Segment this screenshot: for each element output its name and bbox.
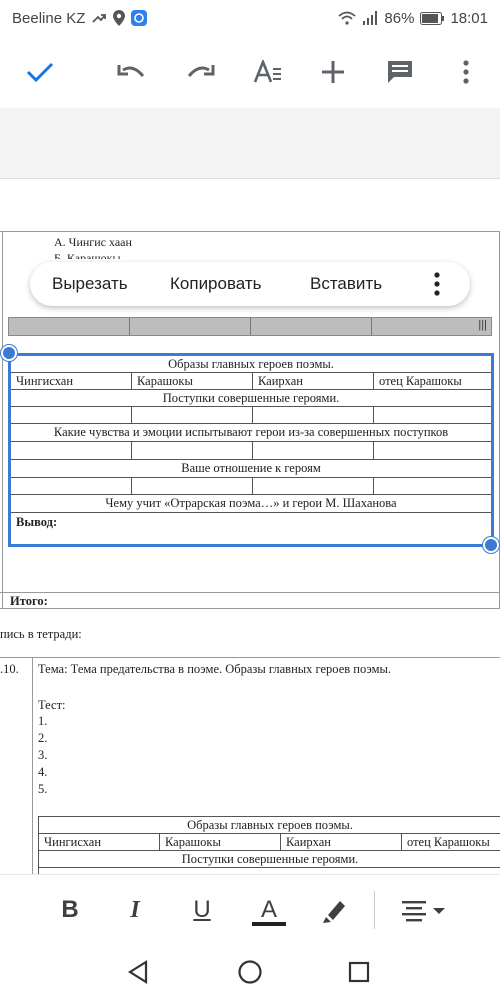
toolbar-divider: [374, 891, 375, 929]
location-icon: [113, 10, 126, 26]
header-cell: отец Карашокы: [379, 373, 462, 388]
header-cell: Каирхан: [281, 834, 402, 850]
copy-menu-item[interactable]: Копировать: [170, 274, 262, 294]
wifi-icon: [338, 11, 357, 25]
notebook-note: пись в тетради:: [0, 627, 82, 641]
battery-label: 86%: [384, 9, 415, 27]
header-cell: отец Карашокы: [407, 834, 490, 849]
recents-icon[interactable]: [345, 958, 373, 986]
selection-start-handle[interactable]: [1, 345, 17, 361]
table-row: [11, 442, 491, 460]
table-header-row: Чингисхан Карашокы Каирхан отец Карашокы: [11, 373, 491, 390]
bold-icon[interactable]: B: [58, 895, 82, 925]
table-title: Образы главных героев поэмы.: [168, 356, 334, 371]
italic-icon[interactable]: I: [124, 895, 146, 925]
lesson-number: .10.: [0, 662, 19, 676]
text-color-indicator: [252, 922, 286, 926]
home-icon[interactable]: [236, 958, 264, 986]
highlight-icon[interactable]: [318, 895, 352, 925]
test-label: Тест:: [38, 698, 66, 712]
table2-title: Образы главных героев поэмы.: [187, 818, 353, 832]
option-a[interactable]: А. Чингис хаан: [54, 235, 132, 250]
status-bar: Beeline KZ 86% 18:01: [0, 0, 500, 36]
table-row: [11, 407, 491, 424]
missed-call-icon: [91, 11, 107, 25]
deeds-row-label: Поступки совершенные героями.: [162, 390, 340, 405]
battery-icon: [420, 11, 445, 25]
paste-menu-item[interactable]: Вставить: [310, 274, 382, 294]
feelings-row-label: Какие чувства и эмоции испытывают герои …: [53, 425, 449, 439]
lesson-topic: Тема: Тема предательства в поэме. Образы…: [38, 662, 392, 676]
check-icon[interactable]: [22, 54, 58, 90]
column-selector-bar[interactable]: |||: [8, 317, 492, 336]
table-row: Ваше отношение к героям: [11, 460, 491, 478]
cut-menu-item[interactable]: Вырезать: [52, 274, 128, 294]
conclusion-row: Вывод:: [11, 513, 491, 544]
carrier-label: Beeline KZ: [12, 9, 86, 27]
test-item: 1.: [38, 714, 48, 728]
selected-table[interactable]: Образы главных героев поэмы. Чингисхан К…: [8, 353, 494, 547]
undo-icon[interactable]: [114, 54, 150, 90]
header-cell: Чингисхан: [11, 373, 132, 389]
test-item: 5.: [38, 782, 48, 796]
test-item: 4.: [38, 765, 48, 779]
table-row: [11, 478, 491, 495]
header-cell: Каирхан: [253, 373, 374, 389]
test-item: 3.: [38, 748, 48, 762]
table-title-row: Образы главных героев поэмы.: [11, 356, 491, 373]
total-label: Итого:: [10, 594, 48, 608]
clock-label: 18:01: [450, 9, 488, 27]
table-row: Чему учит «Отрарская поэма…» и герои М. …: [11, 495, 491, 513]
column-handle-icon[interactable]: |||: [478, 319, 487, 331]
align-icon[interactable]: [398, 895, 450, 925]
table-row: Поступки совершенные героями.: [11, 390, 491, 407]
app-notification-icon: [131, 10, 148, 26]
add-icon[interactable]: [315, 54, 351, 90]
back-icon[interactable]: [124, 958, 152, 986]
more-menu-icon[interactable]: [434, 272, 440, 301]
signal-icon: [362, 11, 378, 25]
document-body: Итого: А. Чингис хаан Б. Карашокы Выреза…: [0, 178, 500, 874]
teaches-row-label: Чему учит «Отрарская поэма…» и герои М. …: [105, 496, 397, 510]
table-row: Какие чувства и эмоции испытывают герои …: [11, 424, 491, 442]
editor-toolbar: [0, 36, 500, 108]
header-cell: Чингисхан: [39, 834, 160, 850]
table2-deeds-row: Поступки совершенные героями.: [181, 852, 359, 866]
text-format-icon[interactable]: [250, 54, 286, 90]
more-vert-icon[interactable]: [448, 54, 484, 90]
option-b[interactable]: Б. Карашокы: [54, 251, 121, 259]
underline-icon[interactable]: U: [190, 895, 214, 925]
context-menu: Вырезать Копировать Вставить: [30, 262, 470, 306]
header-cell: Карашокы: [132, 373, 253, 389]
test-item: 2.: [38, 731, 48, 745]
header-cell: Карашокы: [160, 834, 281, 850]
comment-icon[interactable]: [382, 54, 418, 90]
format-toolbar: B I U A: [0, 874, 500, 944]
page-gap: [0, 108, 500, 178]
text-color-icon[interactable]: A: [254, 895, 284, 925]
lesson-heroes-table: Образы главных героев поэмы. Чингисхан К…: [38, 816, 500, 874]
selection-end-handle[interactable]: [483, 537, 499, 553]
attitude-row-label: Ваше отношение к героям: [181, 461, 321, 475]
redo-icon[interactable]: [182, 54, 218, 90]
conclusion-label: Вывод:: [16, 515, 58, 529]
system-nav-bar: [0, 944, 500, 1000]
